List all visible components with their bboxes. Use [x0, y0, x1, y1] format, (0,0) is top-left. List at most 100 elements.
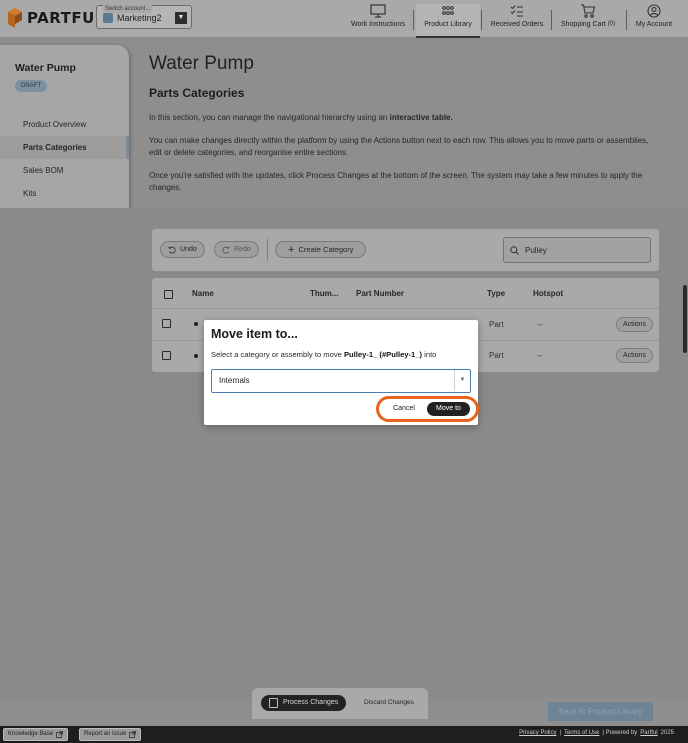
cart-count-badge: (0) — [607, 21, 616, 27]
knowledge-base-link[interactable]: Knowledge Base — [3, 728, 69, 741]
nav-label-row: Shopping Cart (0) — [561, 21, 615, 28]
search-value: Pulley — [525, 245, 547, 255]
nav-label: Received Orders — [490, 21, 544, 28]
row-bullet-icon — [194, 322, 198, 326]
nav-divider — [626, 10, 627, 30]
row-divider — [152, 308, 659, 309]
footer-links: Privacy Policy | Terms of Use | Powered … — [519, 730, 674, 736]
sidebar-nav: Product Overview Parts Categories Sales … — [0, 113, 129, 205]
redo-icon — [222, 246, 230, 253]
row-type: Part — [489, 320, 504, 329]
row-checkbox[interactable] — [162, 319, 171, 328]
nav-divider — [481, 10, 482, 30]
status-badge: DRAFT — [15, 80, 47, 92]
discard-changes-button[interactable]: Discard Changes — [364, 699, 414, 706]
knowledge-base-label: Knowledge Base — [8, 731, 54, 737]
footer-separator: | — [559, 730, 562, 736]
product-sidebar: Water Pump DRAFT Product Overview Parts … — [0, 45, 129, 222]
dialog-title: Move item to... — [211, 327, 298, 341]
destination-select[interactable]: Internals ▼ — [211, 369, 471, 393]
plus-icon: + — [288, 243, 295, 256]
account-switcher-value: Marketing2 — [117, 13, 162, 23]
dialog-desc-text: Select a category or assembly to move — [211, 350, 344, 359]
actions-paragraph: You can make changes directly within the… — [149, 136, 649, 157]
report-issue-label: Report an Issue — [84, 731, 127, 737]
changes-bar: Process Changes Discard Changes — [252, 688, 428, 719]
dialog-description: Select a category or assembly to move Pu… — [211, 350, 436, 359]
sidebar-item-kits[interactable]: Kits — [0, 182, 129, 205]
intro-paragraph: In this section, you can manage the navi… — [149, 112, 649, 124]
external-link-icon — [56, 731, 63, 738]
privacy-policy-link[interactable]: Privacy Policy — [519, 730, 556, 736]
checklist-icon — [510, 5, 523, 17]
table-toolbar: Undo Redo + Create Category Pulley — [152, 229, 659, 271]
row-checkbox[interactable] — [162, 351, 171, 360]
nav-divider — [551, 10, 552, 30]
toolbar-divider — [267, 239, 268, 261]
column-header-thumbnail[interactable]: Thum... — [310, 289, 338, 298]
document-icon — [269, 698, 278, 708]
external-link-icon — [129, 731, 137, 738]
nav-received-orders[interactable]: Received Orders — [485, 4, 549, 38]
destination-select-value: Internals — [219, 376, 250, 385]
sidebar-product-title: Water Pump — [15, 62, 76, 74]
back-to-product-library-button[interactable]: Back to Product Library — [548, 702, 653, 721]
undo-icon — [168, 246, 176, 253]
nav-label: Product Library — [424, 21, 472, 28]
nav-work-instructions[interactable]: Work Instructions — [347, 4, 409, 38]
monitor-icon — [370, 4, 386, 18]
page-title: Water Pump — [149, 53, 254, 74]
process-changes-button[interactable]: Process Changes — [261, 695, 347, 711]
chevron-down-icon[interactable]: ▼ — [175, 12, 187, 24]
brand-name: PARTFUL — [27, 9, 105, 27]
nav-shopping-cart[interactable]: Shopping Cart (0) — [556, 4, 620, 38]
row-hotspot: -- — [537, 351, 543, 360]
cancel-button[interactable]: Cancel — [385, 402, 423, 416]
account-avatar-icon — [103, 13, 113, 23]
user-icon — [647, 4, 661, 18]
dialog-item-name: Pulley-1_ (#Pulley-1_) — [343, 350, 423, 359]
terms-of-use-link[interactable]: Terms of Use — [564, 730, 599, 736]
chevron-down-icon[interactable]: ▼ — [454, 370, 470, 391]
footer: Knowledge Base Report an Issue Privacy P… — [0, 726, 688, 743]
brand-logo[interactable]: PARTFUL — [8, 8, 105, 28]
cart-icon — [581, 4, 596, 18]
column-header-hotspot[interactable]: Hotspot — [533, 289, 563, 298]
row-type: Part — [489, 351, 504, 360]
column-header-name[interactable]: Name — [192, 289, 214, 298]
dialog-desc-suffix: into — [422, 350, 437, 359]
nav-product-library[interactable]: Product Library — [416, 4, 480, 38]
grid-icon — [442, 6, 454, 15]
nav-label: Work Instructions — [351, 21, 405, 28]
powered-by-text: | Powered by — [602, 730, 638, 736]
account-switcher[interactable]: Switch account... Marketing2 ▼ — [96, 5, 192, 29]
nav-label: My Account — [635, 21, 673, 28]
move-to-button[interactable]: Move to — [427, 402, 470, 416]
sidebar-item-sales-bom[interactable]: Sales BOM — [0, 159, 129, 182]
search-icon — [510, 245, 519, 255]
partful-logo-icon — [8, 8, 22, 28]
row-actions-button[interactable]: Actions — [616, 348, 653, 363]
row-hotspot: -- — [537, 320, 543, 329]
sidebar-item-product-overview[interactable]: Product Overview — [0, 113, 129, 136]
redo-label: Redo — [234, 246, 251, 253]
intro-text: In this section, you can manage the navi… — [149, 113, 390, 122]
redo-button[interactable]: Redo — [214, 241, 259, 258]
report-issue-link[interactable]: Report an Issue — [79, 728, 142, 741]
partful-link[interactable]: Partful — [640, 730, 657, 736]
sidebar-item-parts-categories[interactable]: Parts Categories — [0, 136, 129, 159]
column-header-part-number[interactable]: Part Number — [356, 289, 404, 298]
create-category-button[interactable]: + Create Category — [275, 241, 367, 258]
process-paragraph: Once you're satisfied with the updates, … — [149, 171, 643, 192]
row-actions-button[interactable]: Actions — [616, 317, 653, 332]
top-bar: PARTFUL Switch account... Marketing2 ▼ W… — [0, 0, 688, 38]
page-scrollbar[interactable] — [683, 285, 687, 353]
undo-button[interactable]: Undo — [160, 241, 205, 258]
create-category-label: Create Category — [298, 245, 354, 254]
search-input[interactable]: Pulley — [503, 237, 651, 263]
nav-my-account[interactable]: My Account — [629, 4, 679, 38]
column-header-type[interactable]: Type — [487, 289, 505, 298]
intro-emphasis: interactive table. — [389, 113, 453, 122]
select-all-checkbox[interactable] — [164, 290, 173, 299]
copyright-year: 2025 — [660, 730, 674, 736]
